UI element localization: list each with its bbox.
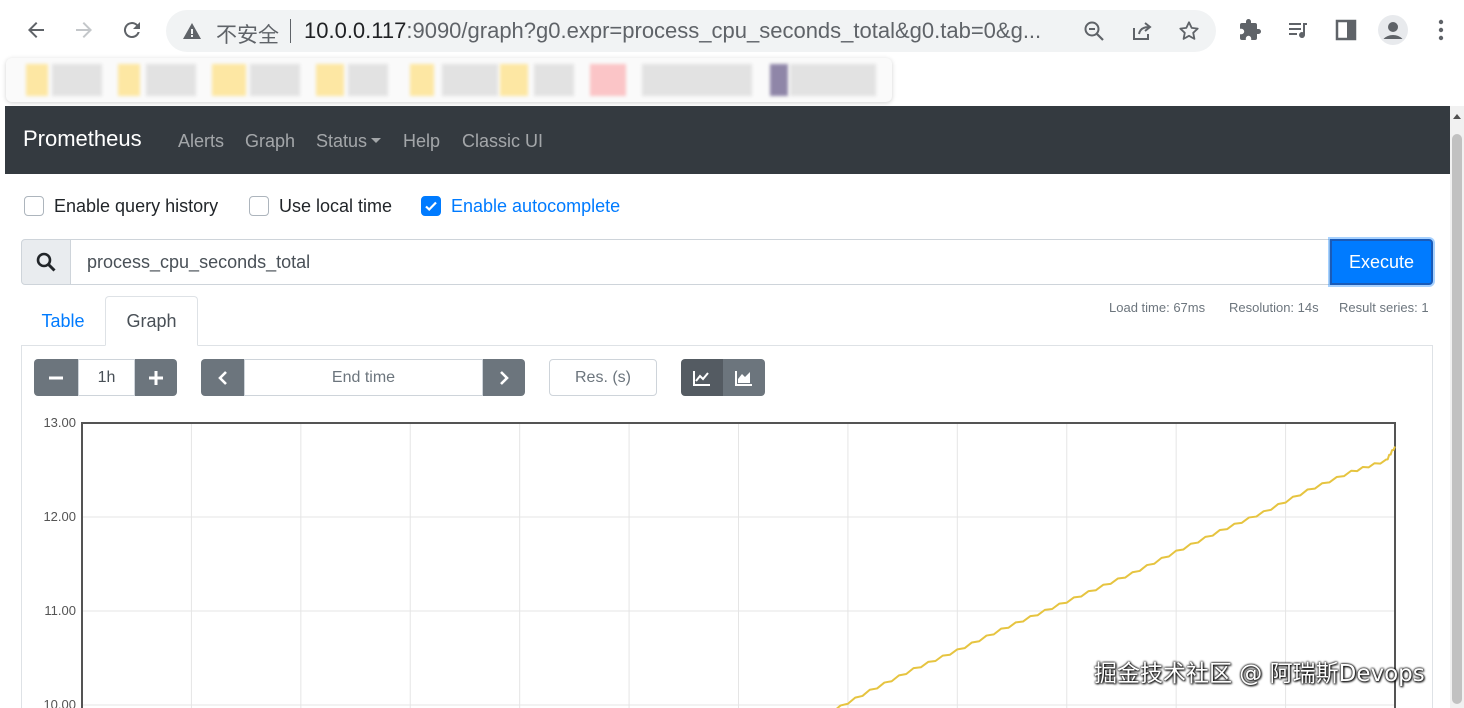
query-history-checkbox[interactable] — [24, 196, 44, 216]
bookmark-star-icon[interactable] — [1173, 15, 1205, 47]
menu-kebab-icon[interactable] — [1425, 14, 1457, 46]
zoom-icon[interactable] — [1078, 15, 1110, 47]
bookmark-title-blurred — [348, 64, 388, 96]
url-text[interactable]: 10.0.0.117:9090/graph?g0.expr=process_cp… — [304, 18, 1064, 44]
load-time-stat: Load time: 67ms — [1109, 300, 1206, 315]
forward-icon[interactable] — [68, 14, 100, 46]
unstacked-mode-button[interactable] — [681, 359, 723, 396]
bookmark-favicon-blurred — [316, 64, 344, 96]
expression-input[interactable]: process_cpu_seconds_total — [70, 239, 1330, 285]
bookmark-title-blurred — [642, 64, 752, 96]
bookmark-favicon-blurred — [770, 64, 788, 96]
extensions-icon[interactable] — [1234, 14, 1266, 46]
check-icon — [425, 201, 437, 212]
prometheus-app: Prometheus Alerts Graph Status Help Clas… — [5, 106, 1450, 708]
expression-bar: process_cpu_seconds_total Execute — [21, 239, 1433, 285]
resolution-stat: Resolution: 14s — [1229, 300, 1319, 315]
browser-toolbar: 不安全 10.0.0.117:9090/graph?g0.expr=proces… — [0, 0, 1464, 62]
bookmark-title-blurred — [250, 64, 300, 96]
media-control-icon[interactable] — [1282, 14, 1314, 46]
scrollbar-thumb[interactable] — [1452, 134, 1462, 704]
brand-link[interactable]: Prometheus — [23, 126, 142, 152]
caret-down-icon — [371, 138, 382, 144]
bookmark-favicon-blurred — [500, 64, 528, 96]
bookmarks-bar-blurred — [6, 58, 892, 102]
y-tick-label: 13.00 — [43, 415, 76, 430]
range-decrease-button[interactable] — [34, 359, 78, 396]
area-chart-icon — [735, 370, 752, 386]
query-history-label[interactable]: Enable query history — [54, 196, 218, 217]
plus-icon — [149, 370, 163, 385]
option-local-time[interactable]: Use local time — [249, 194, 392, 218]
autocomplete-label[interactable]: Enable autocomplete — [451, 196, 620, 217]
range-input[interactable]: 1h — [78, 359, 135, 396]
bookmark-favicon-blurred — [118, 64, 140, 96]
tab-table[interactable]: Table — [21, 296, 105, 346]
autocomplete-checkbox[interactable] — [421, 196, 441, 216]
line-chart-icon — [693, 370, 710, 386]
scroll-up-arrow-icon[interactable] — [1453, 114, 1461, 119]
reload-icon[interactable] — [116, 14, 148, 46]
end-time-input[interactable]: End time — [244, 359, 483, 396]
omnibox-divider — [290, 19, 291, 43]
nav-status[interactable]: Status — [316, 131, 382, 152]
local-time-checkbox[interactable] — [249, 196, 269, 216]
nav-alerts[interactable]: Alerts — [178, 131, 224, 152]
url-path: :9090/graph?g0.expr=process_cpu_seconds_… — [406, 18, 1042, 43]
bookmark-title-blurred — [52, 64, 102, 96]
warning-icon[interactable] — [182, 21, 202, 41]
option-autocomplete[interactable]: Enable autocomplete — [421, 194, 620, 218]
side-panel-icon[interactable] — [1330, 14, 1362, 46]
nav-classic-ui[interactable]: Classic UI — [462, 131, 543, 152]
page-scrollbar[interactable] — [1450, 106, 1464, 708]
navbar: Prometheus Alerts Graph Status Help Clas… — [5, 106, 1450, 174]
bookmark-title-blurred — [442, 64, 498, 96]
end-time-back-button[interactable] — [201, 359, 244, 396]
tab-graph[interactable]: Graph — [105, 296, 198, 346]
nav-help[interactable]: Help — [403, 131, 440, 152]
option-query-history[interactable]: Enable query history — [24, 194, 218, 218]
y-tick-label: 10.00 — [43, 697, 76, 708]
bookmark-title-blurred — [534, 64, 574, 96]
end-time-forward-button[interactable] — [483, 359, 525, 396]
resolution-input[interactable]: Res. (s) — [549, 359, 657, 396]
profile-avatar-icon[interactable] — [1377, 14, 1409, 46]
execute-button[interactable]: Execute — [1330, 239, 1433, 285]
nav-graph[interactable]: Graph — [245, 131, 295, 152]
bookmark-title-blurred — [790, 64, 876, 96]
y-tick-label: 12.00 — [43, 509, 76, 524]
browser-chrome: 不安全 10.0.0.117:9090/graph?g0.expr=proces… — [0, 0, 1464, 106]
range-increase-button[interactable] — [135, 359, 177, 396]
result-series-stat: Result series: 1 — [1339, 300, 1429, 315]
watermark-text: 掘金技术社区 @ 阿瑞斯Devops — [1094, 661, 1425, 687]
bookmark-favicon-blurred — [410, 64, 434, 96]
bookmark-favicon-blurred — [590, 64, 626, 96]
bookmark-title-blurred — [146, 64, 196, 96]
back-icon[interactable] — [20, 14, 52, 46]
stacked-mode-button[interactable] — [723, 359, 765, 396]
local-time-label[interactable]: Use local time — [279, 196, 392, 217]
chevron-right-icon — [500, 370, 509, 385]
search-icon — [21, 239, 71, 285]
security-label[interactable]: 不安全 — [216, 19, 279, 49]
address-bar[interactable]: 不安全 10.0.0.117:9090/graph?g0.expr=proces… — [166, 10, 1216, 52]
chevron-left-icon — [217, 370, 227, 385]
url-host: 10.0.0.117 — [304, 18, 407, 43]
nav-status-label: Status — [316, 131, 368, 151]
bookmark-favicon-blurred — [26, 64, 48, 96]
y-tick-label: 11.00 — [44, 603, 76, 618]
bookmark-favicon-blurred — [212, 64, 246, 96]
share-icon[interactable] — [1126, 15, 1158, 47]
minus-icon — [49, 376, 63, 379]
